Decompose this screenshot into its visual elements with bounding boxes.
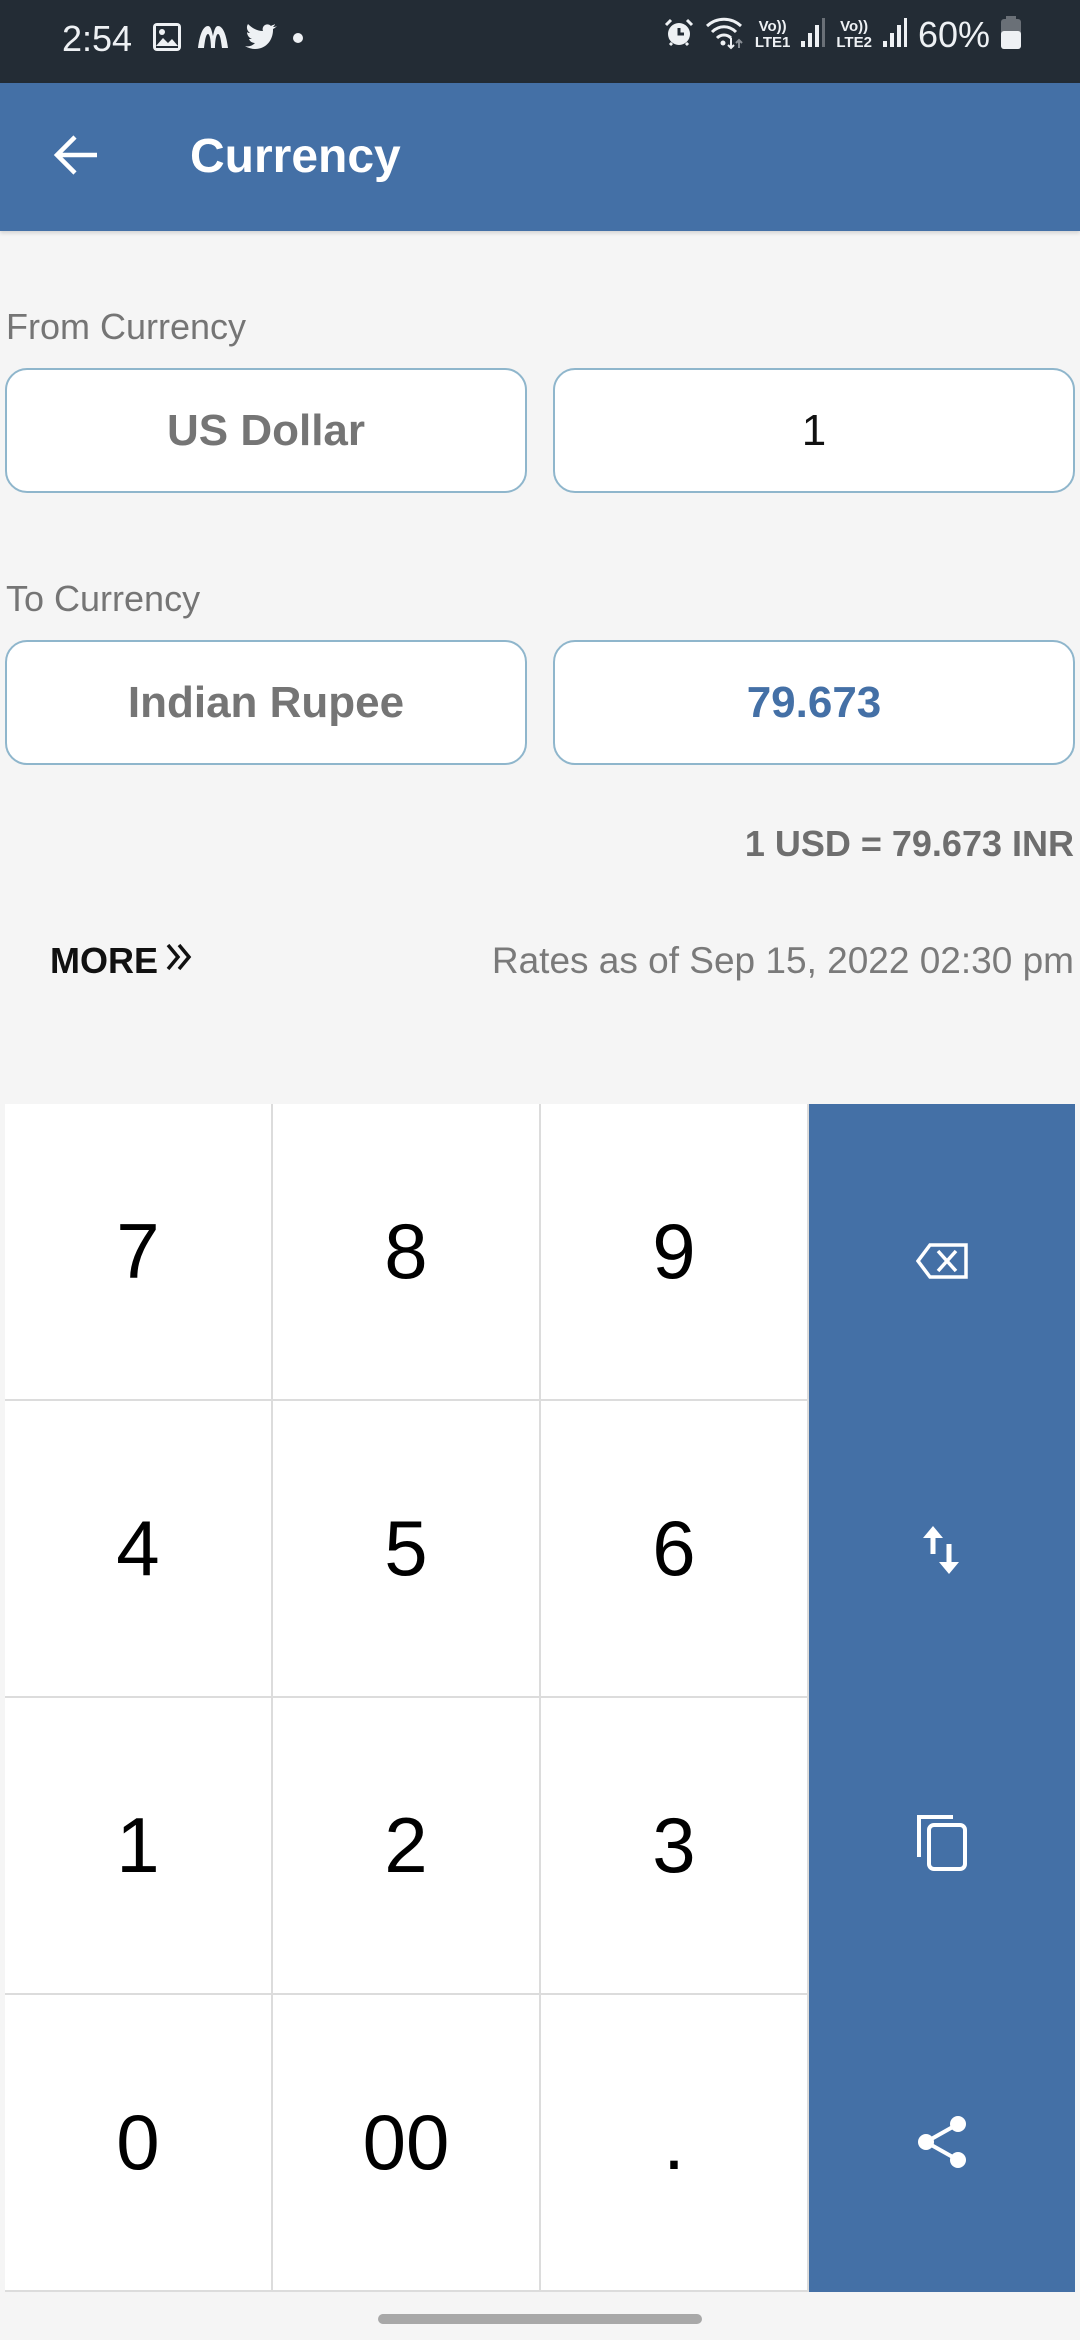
from-amount-field[interactable]: 1 [553, 368, 1075, 493]
app-bar: Currency [0, 83, 1080, 231]
numeric-keypad: 7 8 9 4 5 6 1 2 3 0 00 . [5, 1104, 1075, 2292]
exchange-rate-summary: 1 USD = 79.673 INR [744, 823, 1074, 864]
rates-timestamp: Rates as of Sep 15, 2022 02:30 pm [491, 940, 1074, 981]
back-button[interactable] [44, 125, 108, 189]
backspace-button[interactable] [809, 1104, 1075, 1401]
from-currency-label: From Currency [6, 306, 247, 347]
battery-percent: 60% [917, 14, 990, 55]
sim2-lte-label: Vo)) LTE2 [836, 18, 872, 51]
backspace-icon [915, 1207, 968, 1298]
to-amount-field[interactable]: 79.673 [553, 640, 1075, 765]
key-0[interactable]: 0 [5, 1995, 273, 2292]
to-currency-selector[interactable]: Indian Rupee [5, 640, 527, 765]
dot-icon [292, 31, 304, 49]
key-5[interactable]: 5 [273, 1401, 541, 1698]
to-currency-label: To Currency [6, 578, 201, 619]
sim1-lte-label: Vo)) LTE1 [754, 18, 791, 51]
key-6[interactable]: 6 [541, 1401, 809, 1698]
notification-icons [152, 22, 304, 57]
more-button[interactable]: MORE [50, 940, 194, 982]
double-chevron-right-icon [164, 940, 194, 982]
share-icon [916, 2098, 968, 2189]
from-currency-selector[interactable]: US Dollar [5, 368, 527, 493]
battery-icon [1000, 15, 1022, 55]
copy-button[interactable] [809, 1698, 1075, 1995]
system-icons: Vo)) LTE1 Vo)) LTE2 60% [663, 14, 1022, 56]
twitter-icon [244, 23, 278, 56]
swap-button[interactable] [809, 1401, 1075, 1698]
key-decimal[interactable]: . [541, 1995, 809, 2292]
key-2[interactable]: 2 [273, 1698, 541, 1995]
swap-icon [922, 1504, 962, 1595]
key-3[interactable]: 3 [541, 1698, 809, 1995]
key-4[interactable]: 4 [5, 1401, 273, 1698]
share-button[interactable] [809, 1995, 1075, 2292]
key-1[interactable]: 1 [5, 1698, 273, 1995]
more-label: MORE [50, 940, 158, 981]
key-8[interactable]: 8 [273, 1104, 541, 1401]
key-9[interactable]: 9 [541, 1104, 809, 1401]
signal-sim2-icon [882, 17, 908, 54]
key-00[interactable]: 00 [273, 1995, 541, 2292]
status-time: 2:54 [62, 18, 133, 59]
key-7[interactable]: 7 [5, 1104, 273, 1401]
signal-sim1-icon [800, 17, 826, 54]
home-indicator[interactable] [378, 2314, 702, 2324]
copy-icon [915, 1801, 969, 1892]
gallery-icon [152, 22, 182, 57]
alarm-icon [663, 17, 695, 54]
page-title: Currency [190, 130, 401, 183]
status-bar: 2:54 Vo)) LTE1 Vo)) LTE2 60% [0, 0, 1080, 83]
wifi-icon [705, 16, 745, 55]
m-app-icon [196, 24, 230, 55]
arrow-left-icon [53, 133, 99, 182]
